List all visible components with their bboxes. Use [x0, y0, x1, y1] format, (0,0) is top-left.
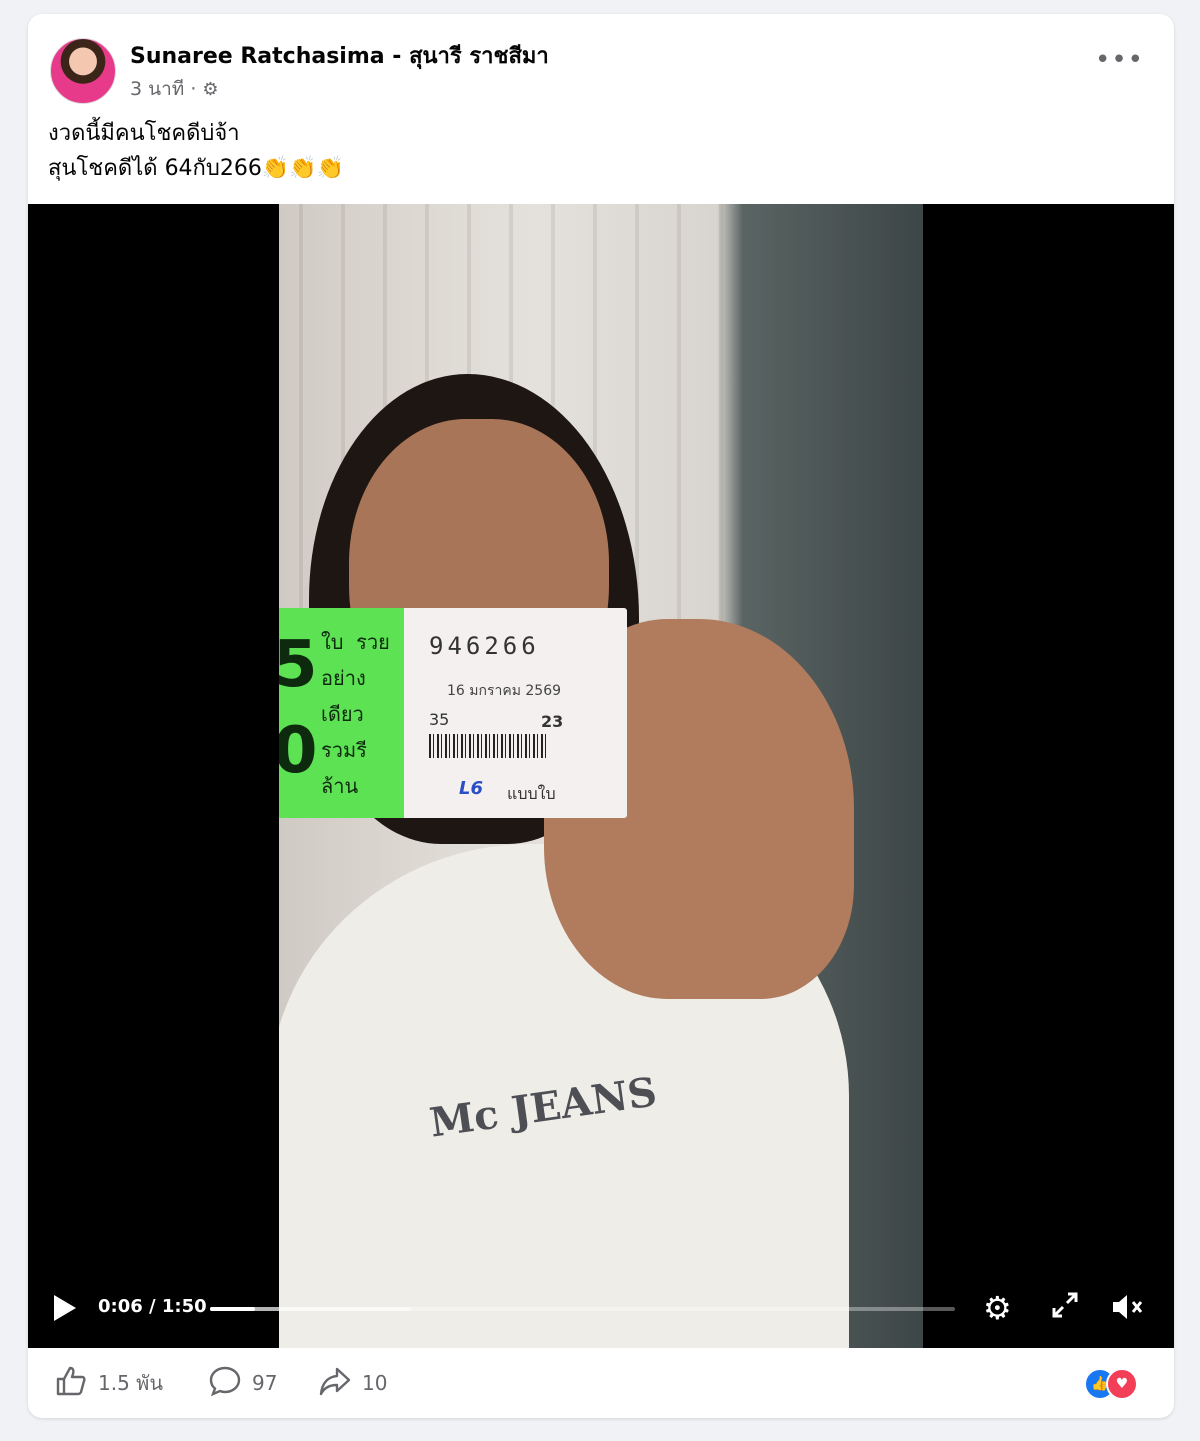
ticket-logo: L6 [459, 778, 483, 799]
like-count: 1.5 พัน [98, 1371, 164, 1395]
caption-line-1: งวดนี้มีคนโชคดีบ่จ้า [48, 121, 240, 146]
ticket-big-digits: 5 0 [279, 628, 318, 788]
gear-icon[interactable]: ⚙ [983, 1292, 1012, 1324]
video-progress-bar[interactable] [210, 1307, 955, 1311]
post-time[interactable]: 3 นาที [130, 74, 184, 104]
like-button[interactable]: 1.5 พัน [54, 1366, 163, 1400]
video-time: 0:06 / 1:50 [98, 1296, 207, 1317]
ticket-green-text: ใบ รวย อย่าง เดียว รวมรี ล้าน [321, 630, 390, 798]
video-player[interactable]: Mc JEANS 5 0 ใบ รวย อย่าง เดียว รวมรี ล้… [28, 204, 1174, 1348]
gear-privacy-icon[interactable]: ⚙ [202, 79, 218, 100]
post-caption: งวดนี้มีคนโชคดีบ่จ้า สุนโชคดีได้ 64กับ26… [48, 116, 344, 186]
ticket-suffix: 23 [541, 712, 564, 731]
play-icon[interactable] [54, 1295, 76, 1321]
comment-bubble-icon [208, 1364, 242, 1403]
reaction-summary[interactable]: 👍 ♥ [1084, 1368, 1140, 1400]
love-reaction-icon: ♥ [1106, 1368, 1138, 1400]
video-controls: 0:06 / 1:50 ⚙ [28, 1280, 1174, 1340]
post-meta: 3 นาที · ⚙ [130, 74, 219, 104]
share-count: 10 [362, 1371, 388, 1395]
video-played-fill [210, 1307, 255, 1311]
caption-line-2: สุนโชคดีได้ 64กับ266👏👏👏 [48, 156, 345, 181]
post-footer: 1.5 พัน 97 10 👍 ♥ [28, 1350, 1174, 1418]
comment-count: 97 [252, 1371, 278, 1395]
meta-separator: · [190, 78, 197, 100]
more-options-button[interactable]: ••• [1095, 47, 1144, 73]
author-name[interactable]: Sunaree Ratchasima - สุนารี ราชสีมา [130, 38, 549, 73]
thumbs-up-icon [54, 1364, 88, 1403]
ticket-number: 946266 [429, 632, 540, 660]
author-avatar[interactable] [50, 38, 116, 104]
share-arrow-icon [318, 1364, 352, 1403]
muted-speaker-icon[interactable] [1110, 1292, 1146, 1322]
ticket-set: 35 [429, 710, 450, 729]
comment-button[interactable]: 97 [208, 1366, 277, 1400]
video-frame: Mc JEANS 5 0 ใบ รวย อย่าง เดียว รวมรี ล้… [279, 204, 923, 1348]
ticket-type: แบบใบ [507, 784, 556, 803]
ticket-date: 16 มกราคม 2569 [447, 683, 562, 699]
share-button[interactable]: 10 [318, 1366, 387, 1400]
post-card: Sunaree Ratchasima - สุนารี ราชสีมา 3 นา… [28, 14, 1174, 1418]
ticket-barcode [429, 734, 549, 758]
fullscreen-icon[interactable] [1050, 1290, 1080, 1320]
